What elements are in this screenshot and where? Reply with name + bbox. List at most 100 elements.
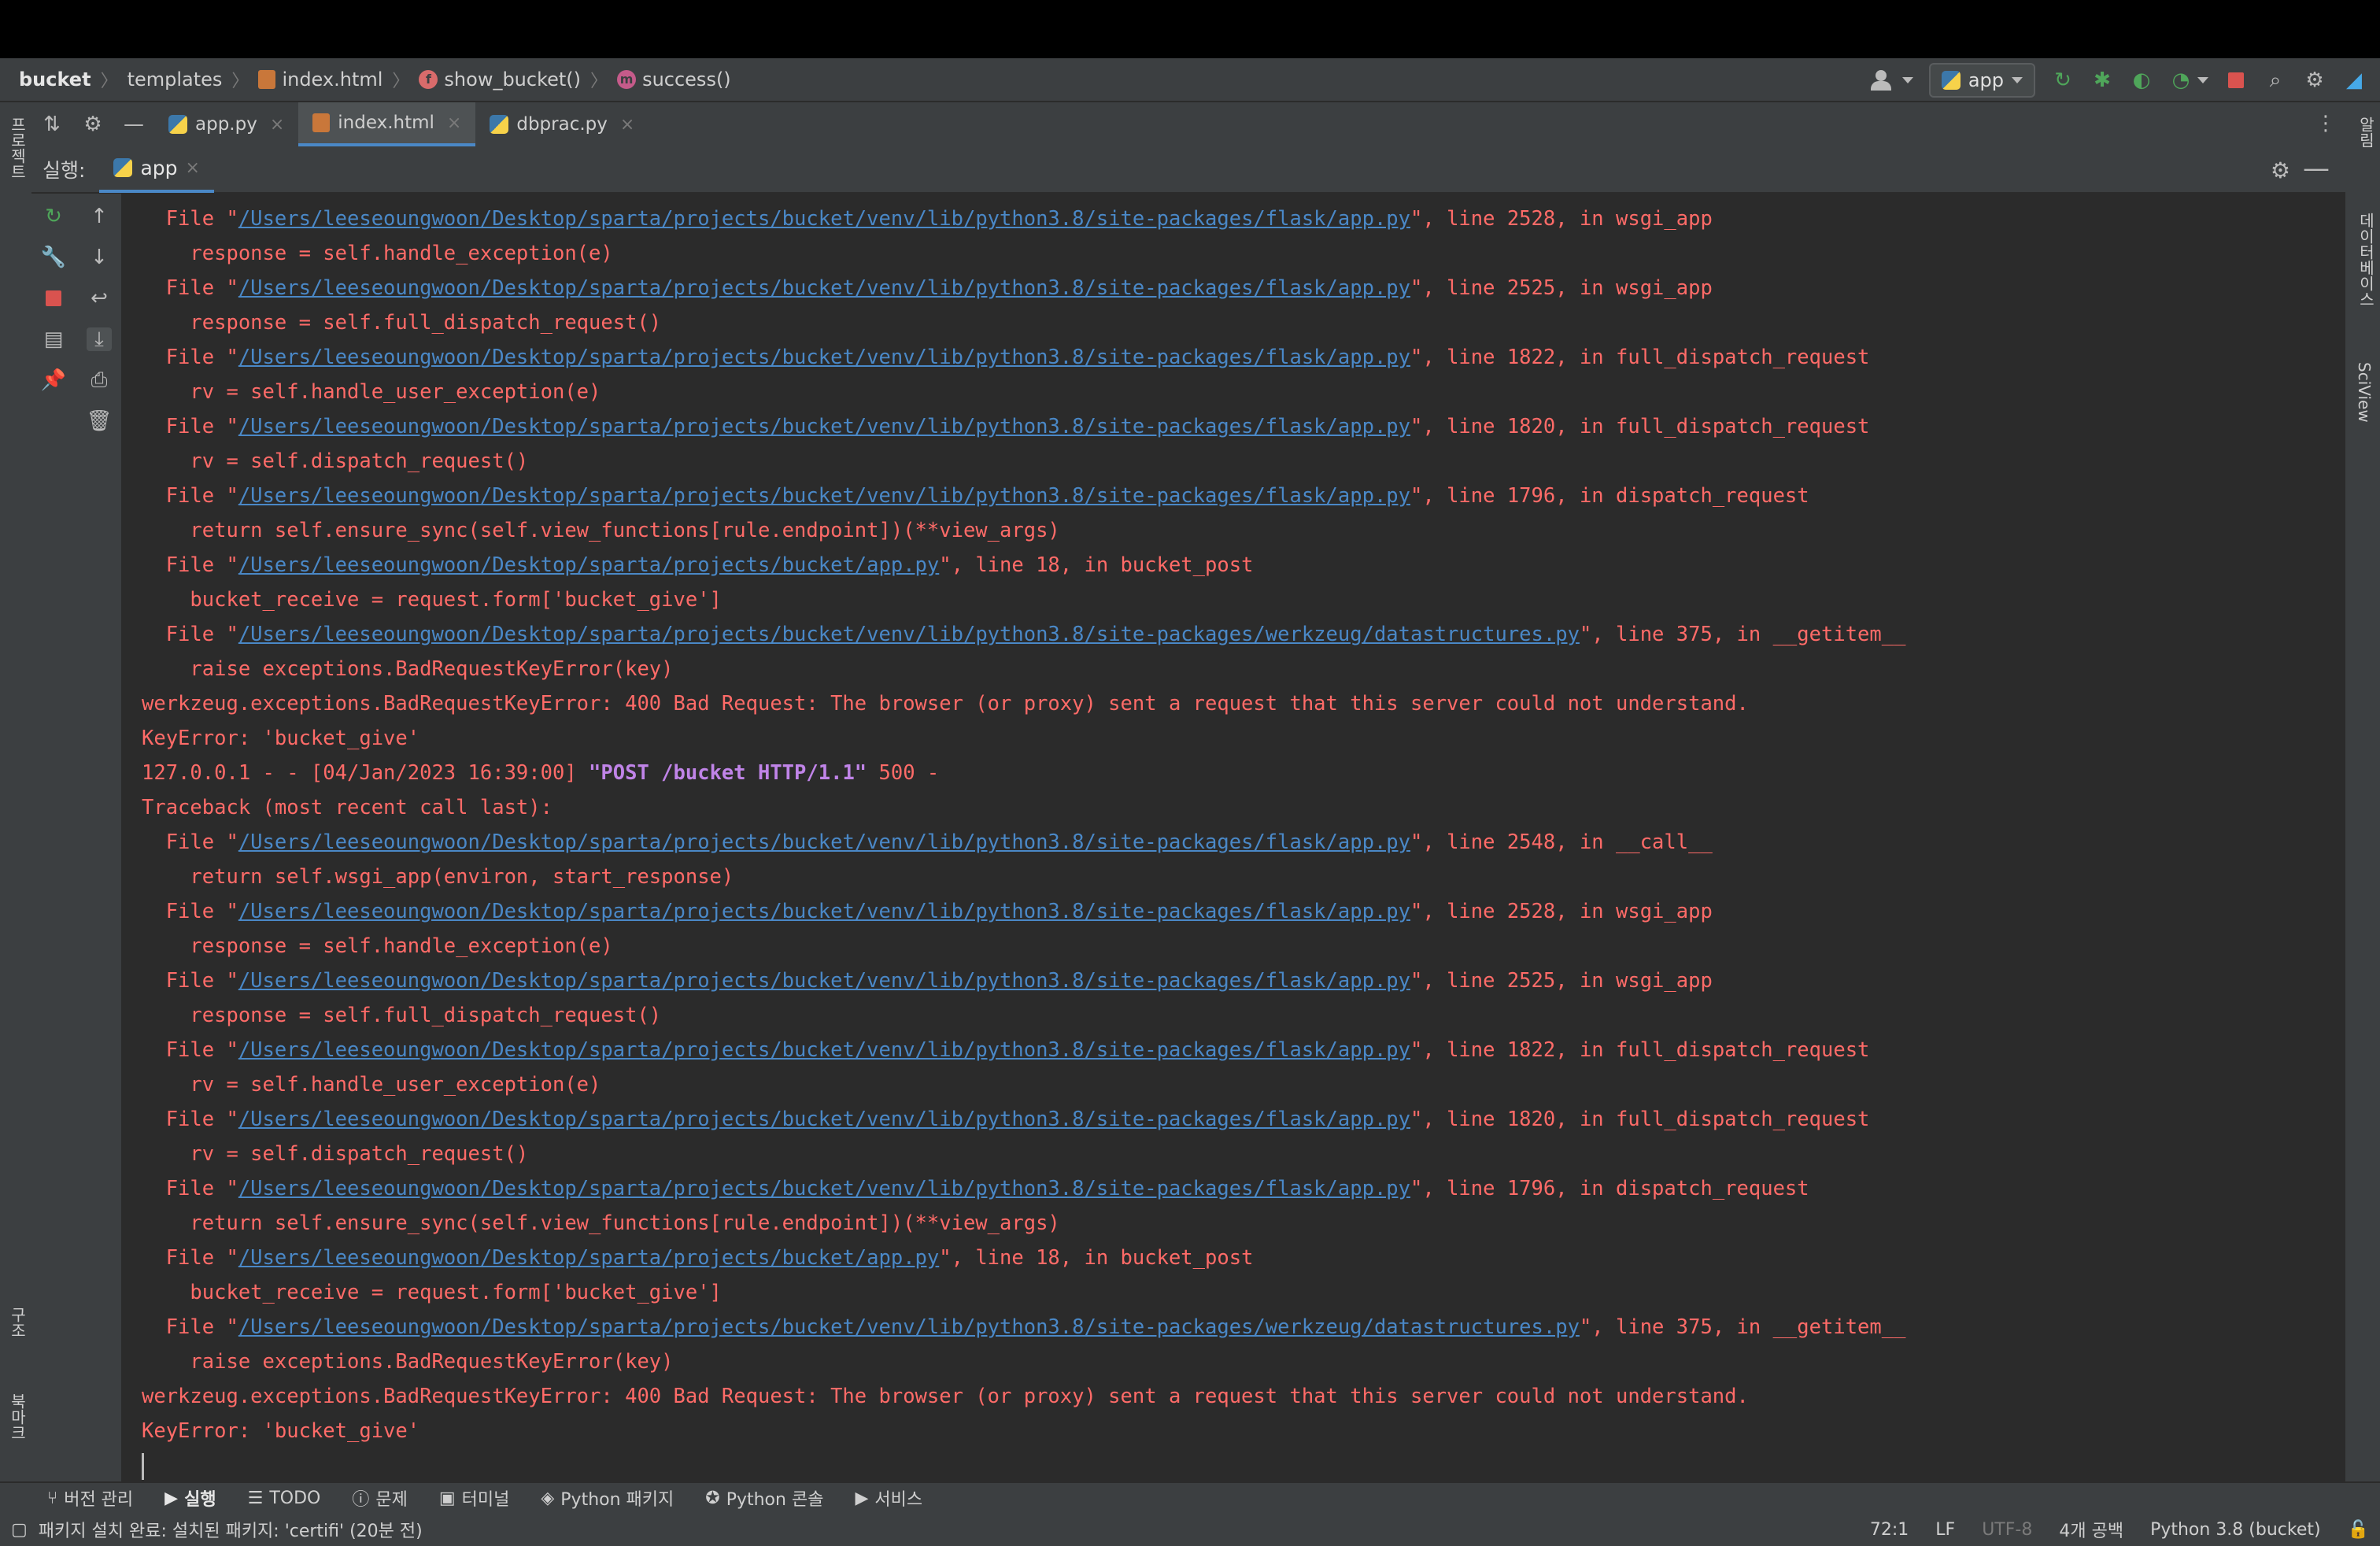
navigation-bar: bucket 〉 templates 〉 index.html 〉 f show…: [0, 58, 2380, 102]
tab-todo[interactable]: ☰ TODO: [232, 1482, 337, 1514]
gear-icon[interactable]: ⚙: [2303, 68, 2326, 92]
notifications-tool-label[interactable]: 알림: [2355, 117, 2378, 148]
layout-icon[interactable]: ▤: [41, 327, 66, 351]
print-icon[interactable]: ⎙: [87, 368, 112, 392]
debug-icon[interactable]: ✱: [2090, 68, 2114, 92]
console-line: response = self.full_dispatch_request(): [142, 998, 1905, 1033]
gear-icon[interactable]: ⚙: [72, 102, 113, 146]
file-encoding[interactable]: UTF-8: [1982, 1520, 2032, 1540]
tab-version-control[interactable]: ⑂ 버전 관리: [31, 1482, 149, 1514]
console-text: rv = self.handle_user_exception(e): [142, 380, 601, 404]
console-text: File ": [142, 1177, 238, 1200]
console-text: werkzeug.exceptions.BadRequestKeyError: …: [142, 692, 1749, 716]
structure-tool-label[interactable]: 구조: [6, 1307, 29, 1338]
tab-problems[interactable]: ⓘ 문제: [336, 1482, 423, 1514]
stop-button[interactable]: [41, 287, 66, 310]
status-message[interactable]: 패키지 설치 완료: 설치된 패키지: 'certifi' (20분 전): [39, 1517, 423, 1542]
tab-index-html[interactable]: index.html ×: [298, 102, 476, 146]
console-text: response = self.full_dispatch_request(): [142, 1004, 662, 1027]
file-path-link[interactable]: /Users/leeseoungwoon/Desktop/sparta/proj…: [238, 484, 1410, 508]
file-path-link[interactable]: /Users/leeseoungwoon/Desktop/sparta/proj…: [238, 276, 1410, 300]
logo-icon[interactable]: ◢: [2342, 68, 2366, 92]
user-menu[interactable]: [1870, 68, 1913, 92]
soft-wrap-icon[interactable]: ↩: [87, 287, 112, 310]
wrench-icon[interactable]: 🔧: [41, 246, 66, 269]
breadcrumb-method[interactable]: success(): [642, 68, 731, 91]
console-line: File "/Users/leeseoungwoon/Desktop/spart…: [142, 1310, 1906, 1344]
bookmarks-tool-label[interactable]: 북마크: [6, 1393, 29, 1441]
rerun-icon[interactable]: ↻: [41, 205, 66, 228]
tab-python-console[interactable]: ✪ Python 콘솔: [689, 1482, 839, 1514]
file-path-link[interactable]: /Users/leeseoungwoon/Desktop/sparta/proj…: [238, 207, 1410, 231]
file-path-link[interactable]: /Users/leeseoungwoon/Desktop/sparta/proj…: [238, 1315, 1580, 1339]
tab-run[interactable]: ▶ 실행: [149, 1482, 231, 1514]
scroll-to-end-icon[interactable]: ⤓: [87, 327, 112, 351]
run-tab-app[interactable]: app ×: [99, 146, 214, 193]
breadcrumb-folder[interactable]: templates: [128, 68, 223, 91]
indent-setting[interactable]: 4개 공백: [2059, 1517, 2123, 1542]
interpreter[interactable]: Python 3.8 (bucket): [2150, 1520, 2321, 1540]
status-toggle-icon[interactable]: ▢: [11, 1520, 28, 1540]
chevron-right-icon: 〉: [590, 72, 608, 91]
profile-menu[interactable]: ◔: [2169, 68, 2208, 92]
file-path-link[interactable]: /Users/leeseoungwoon/Desktop/sparta/proj…: [238, 1246, 939, 1270]
breadcrumb-function[interactable]: show_bucket(): [444, 68, 581, 91]
more-options-icon[interactable]: ⋮: [2315, 112, 2336, 135]
file-path-link[interactable]: /Users/leeseoungwoon/Desktop/sparta/proj…: [238, 1177, 1410, 1200]
trash-icon[interactable]: 🗑: [87, 409, 113, 433]
stop-button[interactable]: [2224, 68, 2248, 92]
file-path-link[interactable]: /Users/leeseoungwoon/Desktop/sparta/proj…: [238, 1038, 1410, 1062]
console-line: File "/Users/leeseoungwoon/Desktop/spart…: [142, 479, 1905, 513]
console-text: File ": [142, 415, 238, 438]
console-text: response = self.handle_exception(e): [142, 242, 613, 265]
database-tool-label[interactable]: 데이터베이스: [2355, 213, 2378, 307]
close-icon[interactable]: ×: [186, 158, 200, 178]
html-file-icon: [312, 113, 331, 132]
console-line: File "/Users/leeseoungwoon/Desktop/spart…: [142, 825, 1905, 860]
tab-terminal[interactable]: ▣ 터미널: [423, 1482, 526, 1514]
tab-app-py[interactable]: app.py ×: [154, 102, 298, 146]
console-line: rv = self.handle_user_exception(e): [142, 1067, 1905, 1102]
file-path-link[interactable]: /Users/leeseoungwoon/Desktop/sparta/proj…: [238, 969, 1410, 993]
console-input-line[interactable]: [142, 1448, 1905, 1481]
file-path-link[interactable]: /Users/leeseoungwoon/Desktop/sparta/proj…: [238, 623, 1580, 646]
minimize-icon[interactable]: —: [2303, 153, 2330, 184]
text-caret: [142, 1453, 144, 1480]
file-path-link[interactable]: /Users/leeseoungwoon/Desktop/sparta/proj…: [238, 553, 939, 577]
minimize-icon[interactable]: —: [113, 102, 154, 146]
tab-services[interactable]: ▶ 서비스: [839, 1482, 938, 1514]
run-config-selector[interactable]: app: [1928, 63, 2035, 98]
file-path-link[interactable]: /Users/leeseoungwoon/Desktop/sparta/proj…: [238, 900, 1410, 923]
collapse-icon[interactable]: ⇅: [31, 102, 72, 146]
line-separator[interactable]: LF: [1935, 1520, 1955, 1540]
status-right-group: 72:1 LF UTF-8 4개 공백 Python 3.8 (bucket) …: [1870, 1513, 2369, 1546]
arrow-down-icon[interactable]: ↓: [87, 246, 112, 269]
gear-icon[interactable]: ⚙: [2271, 157, 2290, 183]
console-line: return self.wsgi_app(environ, start_resp…: [142, 860, 1905, 894]
file-path-link[interactable]: /Users/leeseoungwoon/Desktop/sparta/proj…: [238, 830, 1410, 854]
caret-position[interactable]: 72:1: [1870, 1520, 1909, 1540]
close-icon[interactable]: ×: [447, 113, 461, 133]
file-path-link[interactable]: /Users/leeseoungwoon/Desktop/sparta/proj…: [238, 415, 1410, 438]
breadcrumb-file[interactable]: index.html: [282, 68, 382, 91]
lock-icon[interactable]: 🔓: [2348, 1520, 2369, 1540]
search-icon[interactable]: ⌕: [2264, 68, 2287, 92]
sciview-tool-label[interactable]: SciView: [2355, 362, 2374, 423]
tab-python-packages[interactable]: ◈ Python 패키지: [525, 1482, 689, 1514]
console-text: ", line 2525, in wsgi_app: [1410, 276, 1713, 300]
python-file-icon: [490, 115, 509, 134]
console-text: raise exceptions.BadRequestKeyError(key): [142, 657, 674, 681]
console-line: response = self.full_dispatch_request(): [142, 305, 1905, 340]
coverage-icon[interactable]: ◐: [2130, 68, 2153, 92]
tab-dbprac-py[interactable]: dbprac.py ×: [475, 102, 649, 146]
close-icon[interactable]: ×: [620, 115, 634, 135]
run-console[interactable]: File "/Users/leeseoungwoon/Desktop/spart…: [123, 194, 2345, 1481]
rerun-icon[interactable]: ↻: [2051, 68, 2075, 92]
close-icon[interactable]: ×: [270, 115, 284, 135]
project-tool-label[interactable]: 프로젝트: [6, 117, 29, 179]
arrow-up-icon[interactable]: ↑: [87, 205, 112, 228]
file-path-link[interactable]: /Users/leeseoungwoon/Desktop/sparta/proj…: [238, 346, 1410, 369]
breadcrumb-project[interactable]: bucket: [19, 68, 91, 91]
file-path-link[interactable]: /Users/leeseoungwoon/Desktop/sparta/proj…: [238, 1108, 1410, 1131]
pin-icon[interactable]: 📌: [41, 368, 66, 392]
